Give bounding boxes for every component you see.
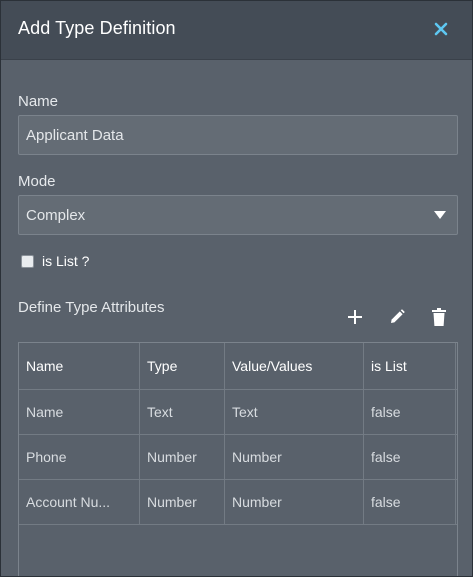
add-type-definition-dialog: Add Type Definition Name Mode Complex is… [0,0,473,577]
pencil-icon [391,309,405,323]
mode-select[interactable]: Complex [18,195,458,235]
chevron-down-icon [434,211,446,219]
attributes-section-title: Define Type Attributes [18,299,165,316]
cell-type: Number [140,435,225,479]
attributes-table: Name Type Value/Values is List Name Text… [18,342,458,576]
cell-values: Number [225,435,364,479]
table-header-row: Name Type Value/Values is List [19,343,457,390]
add-attribute-button[interactable] [344,306,366,328]
cell-is-list: false [364,480,456,524]
cell-is-list: false [364,390,456,434]
cell-is-list: false [364,435,456,479]
table-row[interactable]: Account Nu... Number Number false [19,480,457,525]
table-row[interactable]: Name Text Text false [19,390,457,435]
plus-icon [348,310,362,324]
close-button[interactable] [429,17,453,41]
is-list-label: is List ? [42,253,90,269]
is-list-checkbox[interactable] [21,255,34,268]
name-label: Name [18,93,59,110]
cell-type: Text [140,390,225,434]
mode-label: Mode [18,173,56,190]
name-input[interactable] [18,115,458,155]
mode-select-value: Complex [26,206,86,224]
column-header-type[interactable]: Type [140,343,225,389]
cell-name: Phone [19,435,140,479]
cell-type: Number [140,480,225,524]
column-header-is-list[interactable]: is List [364,343,456,389]
edit-attribute-button[interactable] [386,306,408,328]
delete-attribute-button[interactable] [428,306,450,328]
column-header-name[interactable]: Name [19,343,140,389]
dialog-titlebar: Add Type Definition [1,1,472,60]
table-row[interactable]: Phone Number Number false [19,435,457,480]
column-header-values[interactable]: Value/Values [225,343,364,389]
cell-values: Text [225,390,364,434]
cell-name: Name [19,390,140,434]
close-icon [434,22,448,36]
cell-values: Number [225,480,364,524]
trash-icon [432,308,446,326]
cell-name: Account Nu... [19,480,140,524]
dialog-title: Add Type Definition [18,18,176,38]
